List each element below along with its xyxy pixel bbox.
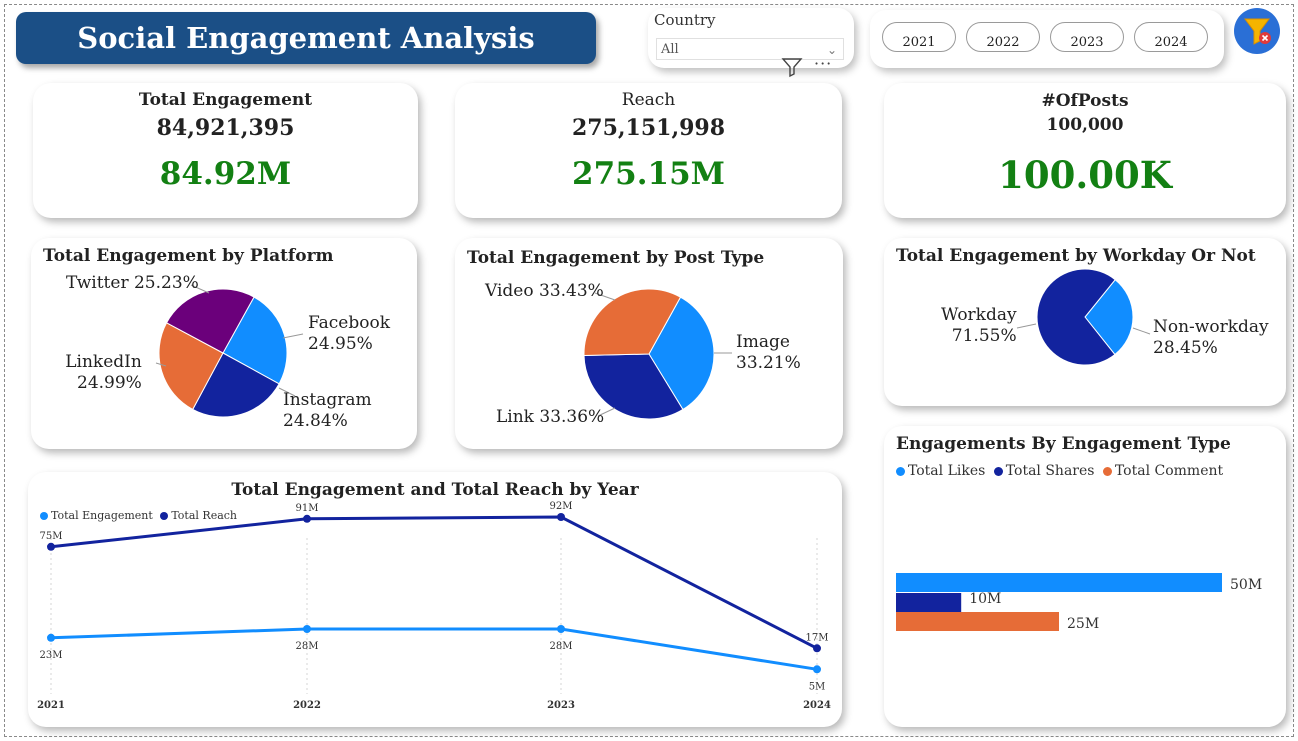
bar-value-label: 25M	[1067, 616, 1099, 632]
kpi-title: Total Engagement	[138, 90, 313, 110]
bar-value-label: 50M	[1230, 577, 1262, 593]
line-point[interactable]	[303, 625, 311, 633]
kpi-value: 100,000	[1046, 115, 1124, 135]
label-name: Image	[736, 332, 790, 352]
label-percent: 71.55%	[951, 326, 1017, 346]
country-selected-value: All	[661, 42, 679, 57]
label-name: Facebook	[308, 313, 391, 333]
pie-label-workday: Workday 71.55%	[941, 305, 1017, 347]
x-tick-label: 2022	[293, 700, 321, 711]
label-percent: 28.45%	[1153, 338, 1218, 358]
pie-label-instagram: Instagram 24.84%	[283, 390, 372, 432]
point-label: 23M	[40, 650, 63, 661]
point-label: 28M	[296, 641, 319, 652]
point-label: 28M	[550, 641, 573, 652]
label-name: LinkedIn	[65, 352, 142, 372]
label-percent: 33.21%	[736, 353, 801, 373]
country-label: Country	[654, 11, 716, 29]
line-point[interactable]	[813, 644, 821, 653]
year-button-2023[interactable]: 2023	[1050, 22, 1124, 52]
pie-label-facebook: Facebook 24.95%	[308, 313, 390, 355]
kpi-reach: Reach 275,151,998 275.15M	[455, 83, 842, 218]
kpi-value: 84,921,395	[156, 115, 295, 141]
pie-label-linkedin: LinkedIn 24.99%	[64, 352, 142, 394]
line-point[interactable]	[303, 514, 311, 523]
yearly-line-chart-card: Total Engagement and Total Reach by Year…	[28, 472, 842, 727]
line-point[interactable]	[813, 665, 821, 674]
more-options-icon[interactable]: ···	[814, 54, 832, 73]
kpi-big-value: 100.00K	[998, 153, 1172, 197]
bar-total-likes[interactable]	[896, 573, 1222, 592]
pie-label-non-workday: Non-workday 28.45%	[1153, 317, 1269, 359]
kpi-total-engagement: Total Engagement 84,921,395 84.92M	[33, 83, 418, 218]
line-total-engagement[interactable]	[50, 627, 818, 671]
line-point[interactable]	[47, 542, 55, 551]
kpi-posts: #OfPosts 100,000 100.00K	[884, 83, 1286, 218]
label-percent: 24.95%	[308, 334, 373, 354]
kpi-value: 275,151,998	[571, 115, 726, 141]
label-percent: 24.99%	[77, 373, 142, 393]
label-percent: 24.84%	[283, 411, 348, 431]
year-button-2022[interactable]: 2022	[966, 22, 1040, 52]
workday-chart-card: Total Engagement by Workday Or Not Workd…	[884, 238, 1286, 406]
point-label: 17M	[806, 632, 829, 643]
pie-label-link: Link 33.36%	[496, 407, 605, 427]
leader-line	[1132, 327, 1151, 335]
clear-filter-icon	[1244, 18, 1271, 45]
bar-total-comment[interactable]	[896, 612, 1059, 631]
x-tick-label: 2023	[547, 700, 575, 711]
label-name: Instagram	[283, 390, 372, 410]
kpi-big-value: 84.92M	[159, 156, 292, 192]
label-name: Workday	[941, 305, 1017, 325]
leader-line	[282, 333, 304, 339]
year-button-2021[interactable]: 2021	[882, 22, 956, 52]
pie-label-twitter: Twitter 25.23%	[66, 273, 199, 293]
platform-chart-card: Total Engagement by Platform Twitter 25.…	[31, 238, 417, 449]
point-label: 5M	[809, 681, 826, 692]
bar-total-shares[interactable]	[896, 593, 962, 612]
post-type-chart-card: Total Engagement by Post Type Video 33.4…	[455, 238, 843, 449]
pie-label-video: Video 33.43%	[485, 281, 604, 301]
leader-line	[1016, 323, 1037, 329]
x-tick-label: 2024	[803, 700, 831, 711]
kpi-title: #OfPosts	[1041, 91, 1129, 111]
clear-filters-button[interactable]	[1234, 8, 1280, 54]
point-label: 92M	[550, 501, 573, 512]
point-label: 75M	[40, 531, 63, 542]
bar-value-label: 10M	[969, 591, 1001, 607]
page-title: Social Engagement Analysis	[16, 12, 596, 64]
x-tick-label: 2021	[37, 700, 65, 711]
engagement-type-chart-card: Engagements By Engagement Type Total Lik…	[884, 426, 1286, 727]
label-name: Non-workday	[1153, 317, 1269, 337]
line-point[interactable]	[557, 513, 565, 521]
year-slicer: 2021 2022 2023 2024	[870, 10, 1224, 68]
yearly-line-chart: 23M 28M 28M 5M 75M 91M 92M 17M 2021 2022 2023 2024	[37, 501, 831, 711]
filter-icon[interactable]	[780, 56, 804, 78]
line-point[interactable]	[557, 625, 565, 633]
year-button-2024[interactable]: 2024	[1134, 22, 1208, 52]
kpi-big-value: 275.15M	[572, 156, 725, 192]
line-point[interactable]	[47, 633, 55, 642]
point-label: 91M	[296, 503, 319, 514]
engagement-type-bars: 50M 10M 25M	[896, 573, 1262, 632]
pie-label-image: Image 33.21%	[736, 332, 801, 374]
kpi-title: Reach	[621, 90, 676, 110]
